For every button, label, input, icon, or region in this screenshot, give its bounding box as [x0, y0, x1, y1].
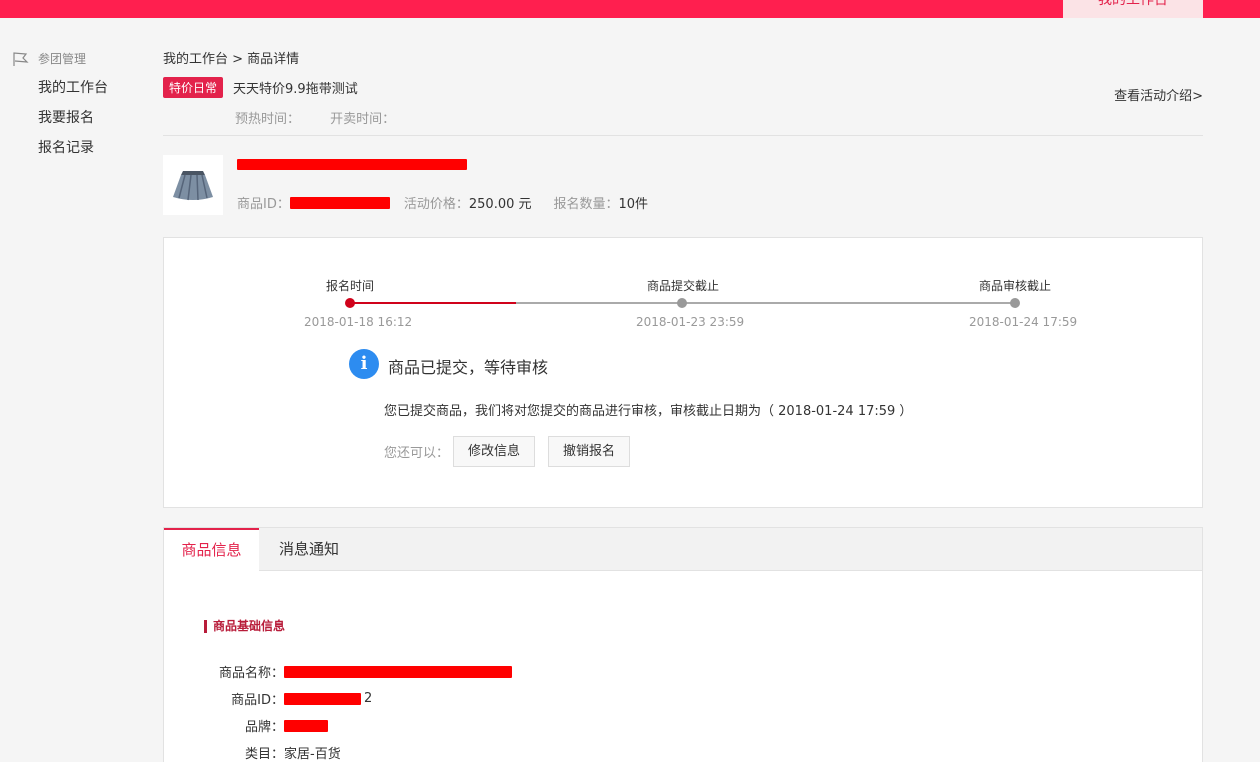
sidebar-section-header: 参团管理	[12, 50, 86, 67]
brand-value-redacted	[284, 719, 328, 732]
cancel-registration-button[interactable]: 撤销报名	[548, 436, 631, 467]
sidebar-section-title: 参团管理	[38, 52, 87, 66]
product-id-value-redacted	[284, 692, 361, 705]
flag-icon	[13, 51, 29, 66]
step-date-submit-deadline: 2018-01-23 23:59	[636, 315, 745, 329]
category-value: 家居-百货	[284, 747, 341, 762]
product-id-label: 商品ID：	[237, 197, 290, 212]
field-category: 类目： 家居-百货	[164, 743, 341, 762]
field-brand: 品牌：	[164, 716, 328, 735]
step-date-apply: 2018-01-18 16:12	[304, 315, 413, 329]
top-bar: 我的工作台	[0, 0, 1260, 18]
step-label-submit-deadline: 商品提交截止	[647, 279, 720, 293]
step-label-review-deadline: 商品审核截止	[979, 279, 1052, 293]
section-title-basic-info: 商品基础信息	[204, 620, 285, 633]
preheat-time-label: 预热时间：	[235, 112, 301, 127]
product-meta: 商品ID： 活动价格： 250.00 元 报名数量： 10件	[237, 193, 648, 212]
product-name-value-redacted	[284, 665, 512, 678]
tab-message-notice[interactable]: 消息通知	[259, 528, 359, 571]
sidebar-item-records[interactable]: 报名记录	[38, 137, 94, 157]
activity-intro-link[interactable]: 查看活动介绍>	[1114, 85, 1203, 104]
status-card: 报名时间 商品提交截止 商品审核截止 2018-01-18 16:12 2018…	[163, 237, 1203, 508]
actions-label: 您还可以：	[384, 446, 450, 461]
price-label: 活动价格：	[403, 197, 469, 212]
quantity-label: 报名数量：	[553, 197, 619, 212]
divider	[163, 135, 1203, 136]
status-actions: 您还可以： 修改信息 撤销报名	[384, 436, 643, 467]
step-date-review-deadline: 2018-01-24 17:59	[969, 315, 1078, 329]
activity-times: 预热时间： 开卖时间：	[235, 108, 421, 127]
product-name-redacted	[237, 159, 467, 170]
step-dot-submit-deadline	[677, 298, 687, 308]
activity-badge: 特价日常	[163, 77, 224, 98]
timeline-progress	[350, 302, 516, 304]
product-id-suffix: 2	[364, 691, 373, 706]
skirt-image	[173, 171, 213, 201]
activity-row: 特价日常 天天特价9.9拖带测试	[163, 77, 358, 98]
tab-product-info[interactable]: 商品信息	[164, 528, 259, 572]
workspace-tab[interactable]: 我的工作台	[1063, 0, 1203, 18]
step-dot-review-deadline	[1010, 298, 1020, 308]
activity-name: 天天特价9.9拖带测试	[233, 82, 358, 97]
product-thumbnail[interactable]	[163, 155, 223, 215]
product-tabs-card: 商品信息 消息通知 商品基础信息 商品名称： 商品ID： 2 品牌： 类目： 家…	[163, 527, 1203, 762]
price-value: 250.00 元	[468, 197, 532, 212]
field-product-name: 商品名称：	[164, 662, 512, 681]
quantity-value: 10件	[618, 197, 649, 212]
step-dot-apply	[345, 298, 355, 308]
sidebar-item-workspace[interactable]: 我的工作台	[38, 77, 108, 97]
product-id-field-label: 商品ID：	[231, 693, 284, 708]
step-label-apply: 报名时间	[326, 279, 375, 293]
info-icon: i	[349, 349, 379, 379]
product-id-redacted	[289, 196, 390, 209]
tab-bar: 商品信息 消息通知	[164, 528, 1202, 572]
sale-time-label: 开卖时间：	[330, 112, 396, 127]
product-name-label: 商品名称：	[218, 666, 284, 681]
breadcrumb[interactable]: 我的工作台 > 商品详情	[163, 48, 299, 67]
sidebar-item-apply[interactable]: 我要报名	[38, 107, 94, 127]
status-description: 您已提交商品，我们将对您提交的商品进行审核，审核截止日期为（ 2018-01-2…	[384, 404, 913, 419]
status-title: 商品已提交，等待审核	[388, 358, 549, 377]
edit-info-button[interactable]: 修改信息	[453, 436, 536, 467]
brand-label: 品牌：	[244, 720, 284, 735]
field-product-id: 商品ID： 2	[164, 689, 372, 708]
category-label: 类目：	[244, 747, 284, 762]
